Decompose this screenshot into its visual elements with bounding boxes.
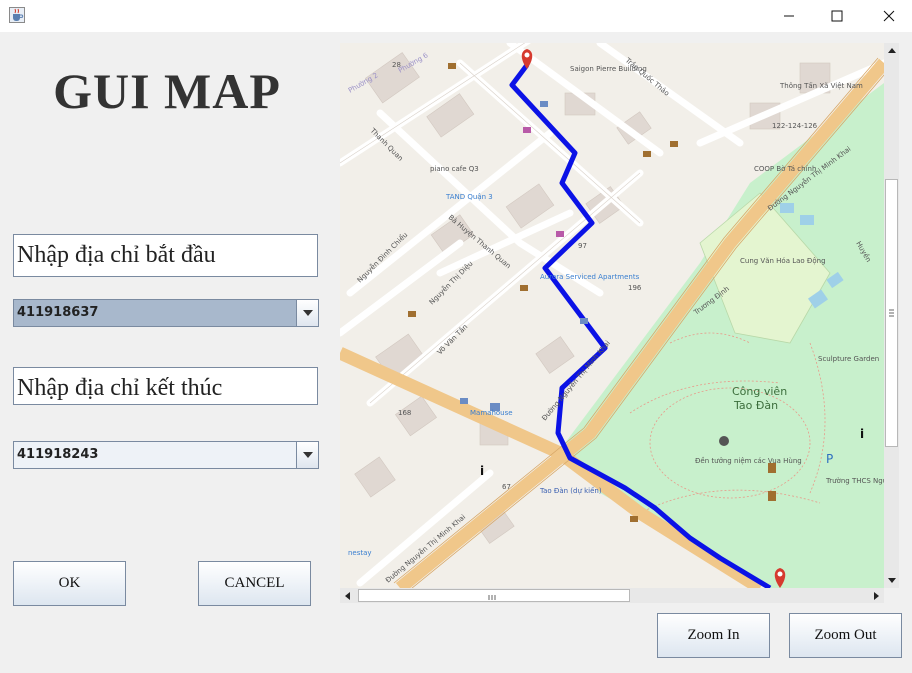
minimize-icon bbox=[784, 15, 794, 17]
park-label: Tao Đàn bbox=[733, 399, 778, 412]
map-label: Mamahouse bbox=[470, 409, 513, 417]
svg-text:P: P bbox=[826, 452, 833, 466]
page-title: GUI MAP bbox=[53, 63, 281, 119]
horizontal-scroll-thumb[interactable] bbox=[358, 589, 630, 602]
map-label: Đền tưởng niệm các Vua Hùng bbox=[695, 457, 802, 465]
minimize-button[interactable] bbox=[766, 0, 812, 32]
map-label: Cung Văn Hóa Lao Động bbox=[740, 257, 826, 265]
map-label: Aurora Serviced Apartments bbox=[540, 273, 640, 281]
map-label: 196 bbox=[628, 284, 642, 292]
close-button[interactable] bbox=[866, 0, 912, 32]
start-address-field[interactable]: Nhập địa chỉ bắt đầu bbox=[13, 234, 318, 277]
end-address-field[interactable]: Nhập địa chỉ kết thúc bbox=[13, 367, 318, 405]
scroll-left-icon[interactable] bbox=[340, 588, 355, 603]
title-bar bbox=[0, 0, 912, 32]
map-label: Thông Tấn Xã Việt Nam bbox=[779, 82, 863, 90]
map-label: Sculpture Garden bbox=[818, 355, 879, 363]
vertical-scroll-thumb[interactable] bbox=[885, 179, 898, 447]
java-cup-icon bbox=[9, 7, 25, 23]
map-label: COOP Bờ Tá chính bbox=[754, 165, 816, 173]
vertical-scrollbar[interactable] bbox=[884, 43, 899, 588]
map-label: Trường THCS Nguyễn Du bbox=[825, 476, 884, 485]
svg-text:i: i bbox=[860, 427, 864, 441]
scroll-down-icon[interactable] bbox=[884, 573, 899, 588]
scrollbar-corner bbox=[884, 588, 899, 603]
map-view[interactable]: i i P Saigon Pierre Building Trần Quốc T… bbox=[340, 43, 884, 588]
zoom-in-button[interactable]: Zoom In bbox=[657, 613, 770, 658]
map-label: TAND Quận 3 bbox=[445, 193, 493, 201]
end-node-value: 411918243 bbox=[14, 442, 296, 468]
map-label: nestay bbox=[348, 549, 372, 557]
scroll-up-icon[interactable] bbox=[884, 43, 899, 58]
cancel-button[interactable]: CANCEL bbox=[198, 561, 311, 606]
chevron-down-icon[interactable] bbox=[296, 442, 318, 468]
scroll-right-icon[interactable] bbox=[869, 588, 884, 603]
maximize-button[interactable] bbox=[814, 0, 860, 32]
ok-button[interactable]: OK bbox=[13, 561, 126, 606]
close-icon bbox=[883, 10, 895, 22]
park-label: Công viên bbox=[732, 385, 787, 398]
end-node-select[interactable]: 411918243 bbox=[13, 441, 319, 469]
maximize-icon bbox=[831, 10, 843, 22]
start-node-select[interactable]: 411918637 bbox=[13, 299, 319, 327]
start-node-value: 411918637 bbox=[14, 300, 296, 326]
map-label: 168 bbox=[398, 409, 411, 417]
map-label: 67 bbox=[502, 483, 511, 491]
map-label: 97 bbox=[578, 242, 587, 250]
zoom-out-button[interactable]: Zoom Out bbox=[789, 613, 902, 658]
horizontal-scrollbar[interactable] bbox=[340, 588, 884, 603]
svg-text:i: i bbox=[480, 464, 484, 478]
map-label: 122-124-126 bbox=[772, 122, 818, 130]
map-label: Tao Đàn (dự kiến) bbox=[539, 487, 602, 495]
map-label: piano cafe Q3 bbox=[430, 165, 479, 173]
map-label: 28 bbox=[392, 61, 401, 69]
chevron-down-icon[interactable] bbox=[296, 300, 318, 326]
